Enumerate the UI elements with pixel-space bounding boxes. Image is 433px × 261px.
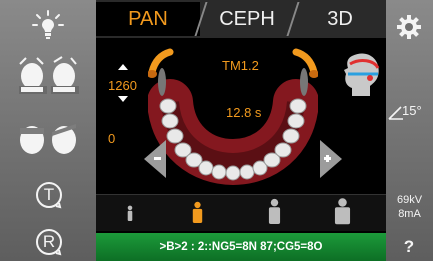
height-offset-value: 0 [108,131,116,146]
program-code: TM1.2 [222,58,259,73]
head-tilt-icon [19,56,79,94]
left-toolbar: T R [0,0,96,261]
height-adjust[interactable]: 1260 [108,64,148,104]
settings-button[interactable] [394,12,424,42]
kv-value: 69kV [396,194,423,206]
lamp-icon [32,10,64,39]
r-rotate-button[interactable]: R [34,227,64,257]
patient-size-large-icon[interactable] [334,197,351,225]
mode-tabs: PAN CEPH 3D [96,0,386,38]
move-right-button[interactable] [318,140,342,178]
arrow-right-icon [320,140,342,178]
right-toolbar: 15° 69kV 8mA ? [386,0,433,261]
panoramic-xray-control-panel: { "tabs": [ {"label": "PAN", "active": t… [0,0,433,261]
head-profile-icon [344,53,380,96]
main-view: PAN CEPH 3D 1260 0 TM1.2 12.8 s >B>2: 2… [96,0,386,261]
r-rotate-label: R [42,232,56,251]
tab-pan[interactable]: PAN [96,2,200,36]
arrow-left-icon [144,140,166,178]
tab-3d[interactable]: 3D [295,2,385,36]
exposure-settings[interactable]: 69kV 8mA [386,193,433,227]
head-tilt-button[interactable] [14,54,84,94]
exposure-time: 12.8 s [226,105,262,120]
lamp-button[interactable] [28,6,68,46]
angle-control[interactable]: 15° [388,102,432,122]
patient-size-xsmall-icon[interactable] [126,205,134,221]
tab-ceph[interactable]: CEPH [203,2,291,36]
head-position-button[interactable] [14,116,84,158]
status-message-bar: >B>2 : 2::NG5=8N 87;CG5=8O [96,233,386,261]
head-position-icon [20,124,76,154]
height-value: 1260 [108,78,137,93]
patient-size-selector [96,194,386,231]
arrow-down-icon [118,96,128,102]
angle-value: 15° [402,103,422,118]
patient-size-medium-icon[interactable] [268,198,281,224]
arrow-up-icon [118,64,128,70]
help-button[interactable]: ? [394,234,424,260]
t-rotate-label: T [43,185,55,204]
ma-value: 8mA [398,208,421,220]
move-left-button[interactable] [144,140,168,178]
gear-icon [397,15,421,39]
t-rotate-button[interactable]: T [34,180,64,210]
patient-size-small-icon[interactable] [192,201,203,223]
